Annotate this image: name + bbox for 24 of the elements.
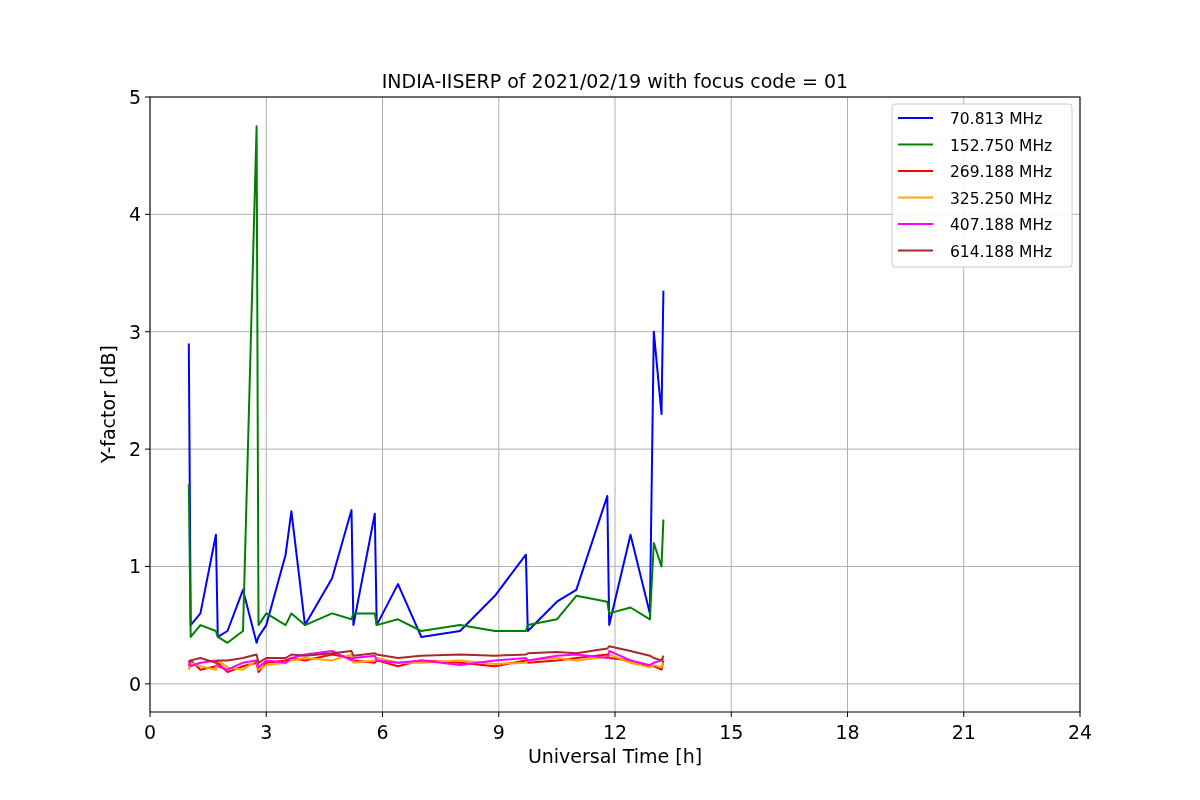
tick-label: 12 [602, 721, 628, 743]
tick-label: 21 [951, 721, 976, 743]
tick-label: 5 [128, 86, 141, 108]
legend-label: 325.250 MHz [950, 189, 1053, 208]
tick-label: 24 [1067, 721, 1093, 743]
legend-label: 614.188 MHz [950, 242, 1053, 261]
legend-label: 152.750 MHz [950, 136, 1053, 155]
tick-label: 2 [128, 438, 141, 461]
tick-label: 15 [719, 721, 744, 743]
legend-label: 269.188 MHz [950, 163, 1053, 181]
tick-label: 6 [376, 721, 389, 743]
tick-label: 0 [143, 721, 157, 743]
tick-label: 9 [492, 721, 505, 743]
tick-label: 0 [128, 672, 141, 695]
tick-label: 4 [128, 203, 141, 226]
tick-label: 18 [835, 721, 860, 743]
x-axis-label: Universal Time [h] [527, 745, 703, 767]
tick-label: 3 [128, 320, 141, 343]
chart-title: INDIA-IISERP of 2021/02/19 with focus code = 01 [381, 70, 849, 92]
legend-label: 70.813 MHz [950, 110, 1043, 128]
y-axis-label: Y-factor [dB] [97, 345, 119, 463]
legend-label: 407.188 MHz [950, 216, 1053, 234]
tick-label: 3 [260, 721, 273, 743]
tick-label: 1 [128, 555, 141, 578]
